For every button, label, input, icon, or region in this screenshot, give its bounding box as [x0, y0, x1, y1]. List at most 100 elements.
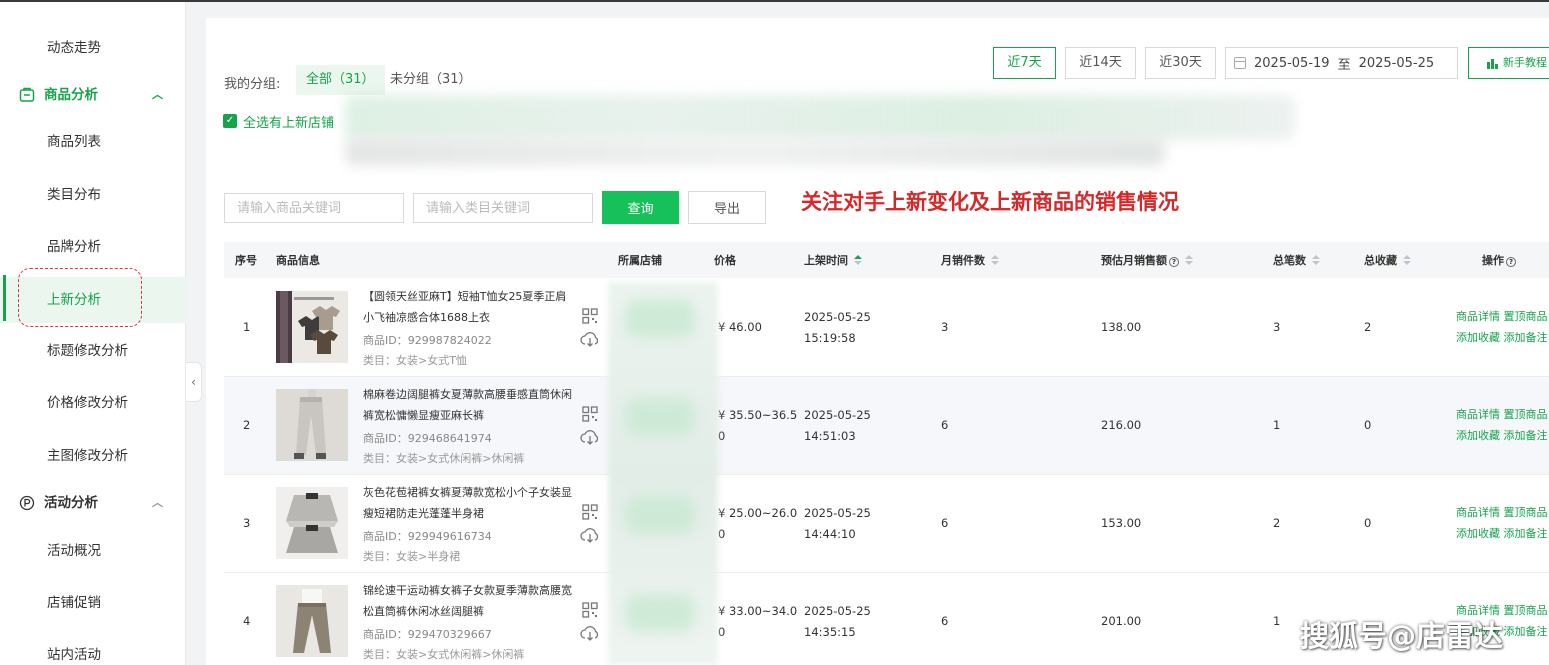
- group-tab-ungrouped[interactable]: 未分组（31）: [380, 65, 482, 95]
- list-date: 2025-05-25: [804, 310, 871, 324]
- sidebar-group-product[interactable]: 商品分析 ︿: [0, 73, 186, 117]
- sort-icon[interactable]: [1403, 255, 1411, 265]
- help-icon[interactable]: ?: [1506, 257, 1516, 267]
- sidebar-item-site-activity[interactable]: 站内活动: [0, 633, 186, 665]
- pin-product-link[interactable]: 置顶商品: [1504, 604, 1548, 617]
- add-note-link[interactable]: 添加备注: [1504, 625, 1548, 638]
- col-monthly-qty[interactable]: 月销件数: [941, 252, 999, 268]
- chevron-up-icon: ︿: [152, 88, 163, 101]
- product-keyword-input[interactable]: [224, 193, 404, 223]
- select-all-stores-checkbox[interactable]: ✓ 全选有上新店铺: [223, 112, 334, 131]
- sidebar-item-title-change[interactable]: 标题修改分析: [0, 329, 186, 373]
- qrcode-icon[interactable]: [582, 406, 598, 422]
- help-icon[interactable]: ?: [1169, 257, 1179, 267]
- export-button[interactable]: 导出: [688, 191, 766, 224]
- product-title[interactable]: 棉麻卷边阔腿裤女夏薄款高腰垂感直筒休闲裤宽松慵懒显瘦亚麻长裤: [363, 384, 575, 426]
- date-end: 2025-05-25: [1358, 55, 1435, 71]
- favorites-cell: 2: [1364, 320, 1372, 334]
- product-image[interactable]: [276, 389, 348, 461]
- sort-icon[interactable]: [854, 255, 862, 265]
- sort-icon[interactable]: [991, 255, 999, 265]
- col-monthly-sales[interactable]: 预估月销售额?: [1101, 252, 1193, 268]
- add-favorite-link[interactable]: 添加收藏: [1456, 527, 1500, 540]
- sidebar-item-new-arrivals[interactable]: 上新分析: [0, 277, 186, 323]
- col-list-time-label: 上架时间: [804, 254, 848, 267]
- price-cell: ¥ 46.00: [718, 320, 762, 334]
- pin-product-link[interactable]: 置顶商品: [1504, 408, 1548, 421]
- sidebar-item-price-change[interactable]: 价格修改分析: [0, 381, 186, 425]
- row-operations: 商品详情 置顶商品 添加收藏 添加备注: [1456, 502, 1548, 544]
- row-index: 2: [243, 418, 251, 432]
- add-note-link[interactable]: 添加备注: [1504, 527, 1548, 540]
- product-image[interactable]: [276, 585, 348, 657]
- product-analysis-icon: [19, 87, 35, 102]
- blurred-store-name: [625, 594, 695, 632]
- table-row: 2 棉麻卷边阔腿裤女夏薄款高腰垂感直筒休闲裤宽松慵懒显瘦亚麻长裤 商品ID：92…: [224, 377, 1549, 475]
- query-button[interactable]: 查询: [602, 191, 679, 224]
- sort-icon[interactable]: [1185, 255, 1193, 265]
- product-title[interactable]: 【圆领天丝亚麻T】短袖T恤女25夏季正肩小飞袖凉感合体1688上衣: [363, 286, 575, 328]
- sidebar-group-activity[interactable]: 活动分析 ︿: [0, 481, 186, 525]
- blurred-store-list-2: [345, 138, 1165, 166]
- col-favorites[interactable]: 总收藏: [1364, 252, 1411, 268]
- add-note-link[interactable]: 添加备注: [1504, 331, 1548, 344]
- sidebar-item-trend[interactable]: 动态走势: [0, 26, 186, 70]
- sidebar-item-activity-overview[interactable]: 活动概况: [0, 529, 186, 573]
- product-detail-link[interactable]: 商品详情: [1456, 408, 1500, 421]
- download-cloud-icon[interactable]: [580, 526, 600, 544]
- col-product-info: 商品信息: [276, 254, 320, 267]
- download-cloud-icon[interactable]: [580, 428, 600, 446]
- product-image[interactable]: [276, 291, 348, 363]
- add-favorite-link[interactable]: 添加收藏: [1456, 429, 1500, 442]
- qrcode-icon[interactable]: [582, 602, 598, 618]
- tutorial-button[interactable]: 新手教程: [1468, 47, 1549, 79]
- date-7d-button[interactable]: 近7天: [993, 47, 1056, 79]
- product-detail-link[interactable]: 商品详情: [1456, 310, 1500, 323]
- row-operations: 商品详情 置顶商品 添加收藏 添加备注: [1456, 306, 1548, 348]
- download-cloud-icon[interactable]: [580, 330, 600, 348]
- price-cell-wrap: 0: [718, 625, 726, 639]
- sidebar-item-store-promo[interactable]: 店铺促销: [0, 581, 186, 625]
- sidebar-group-product-label: 商品分析: [44, 87, 98, 103]
- date-14d-button[interactable]: 近14天: [1065, 47, 1136, 79]
- add-favorite-link[interactable]: 添加收藏: [1456, 331, 1500, 344]
- product-id: 商品ID：929468641974: [363, 432, 492, 445]
- download-cloud-icon[interactable]: [580, 624, 600, 642]
- red-annotation-text: 关注对手上新变化及上新商品的销售情况: [801, 190, 1179, 214]
- row-operations: 商品详情 置顶商品 添加收藏 添加备注: [1456, 404, 1548, 446]
- list-time: 14:44:10: [804, 527, 856, 541]
- add-note-link[interactable]: 添加备注: [1504, 429, 1548, 442]
- product-title[interactable]: 锦纶速干运动裤女裤子女款夏季薄款高腰宽松直筒裤休闲冰丝阔腿裤: [363, 580, 575, 622]
- product-category: 类目：女装>半身裙: [363, 550, 461, 563]
- sidebar-item-category[interactable]: 类目分布: [0, 173, 186, 217]
- qrcode-icon[interactable]: [582, 308, 598, 324]
- col-list-time[interactable]: 上架时间: [804, 252, 862, 268]
- col-operations-label: 操作: [1482, 254, 1504, 267]
- sidebar-collapse-button[interactable]: ‹: [186, 362, 202, 402]
- product-image[interactable]: [276, 487, 348, 559]
- monthly-sales-cell: 216.00: [1101, 418, 1142, 432]
- date-range-picker[interactable]: 2025-05-19 至 2025-05-25: [1225, 47, 1458, 79]
- pin-product-link[interactable]: 置顶商品: [1504, 506, 1548, 519]
- group-tab-all[interactable]: 全部（31）: [296, 65, 385, 95]
- col-monthly-sales-label: 预估月销售额: [1101, 254, 1167, 267]
- col-orders[interactable]: 总笔数: [1273, 252, 1320, 268]
- list-time: 15:19:58: [804, 331, 856, 345]
- product-tshirt-image: [276, 291, 340, 363]
- sidebar: 动态走势 商品分析 ︿ 商品列表 类目分布 品牌分析 上新分析 标题修改分析 价…: [0, 2, 186, 665]
- col-operations: 操作?: [1482, 252, 1516, 268]
- blurred-store-name: [625, 300, 695, 338]
- row-index: 1: [243, 320, 251, 334]
- date-30d-button[interactable]: 近30天: [1145, 47, 1216, 79]
- product-title[interactable]: 灰色花苞裙裤女裤夏薄款宽松小个子女装显瘦短裙防走光蓬蓬半身裙: [363, 482, 575, 524]
- product-detail-link[interactable]: 商品详情: [1456, 506, 1500, 519]
- monthly-qty-cell: 3: [941, 320, 949, 334]
- checkbox-checked-icon: ✓: [223, 114, 237, 128]
- sort-icon[interactable]: [1312, 255, 1320, 265]
- category-keyword-input[interactable]: [413, 193, 593, 223]
- sidebar-item-brand[interactable]: 品牌分析: [0, 225, 186, 269]
- sidebar-item-list[interactable]: 商品列表: [0, 120, 186, 164]
- sidebar-item-mainimg-change[interactable]: 主图修改分析: [0, 434, 186, 478]
- pin-product-link[interactable]: 置顶商品: [1504, 310, 1548, 323]
- qrcode-icon[interactable]: [582, 504, 598, 520]
